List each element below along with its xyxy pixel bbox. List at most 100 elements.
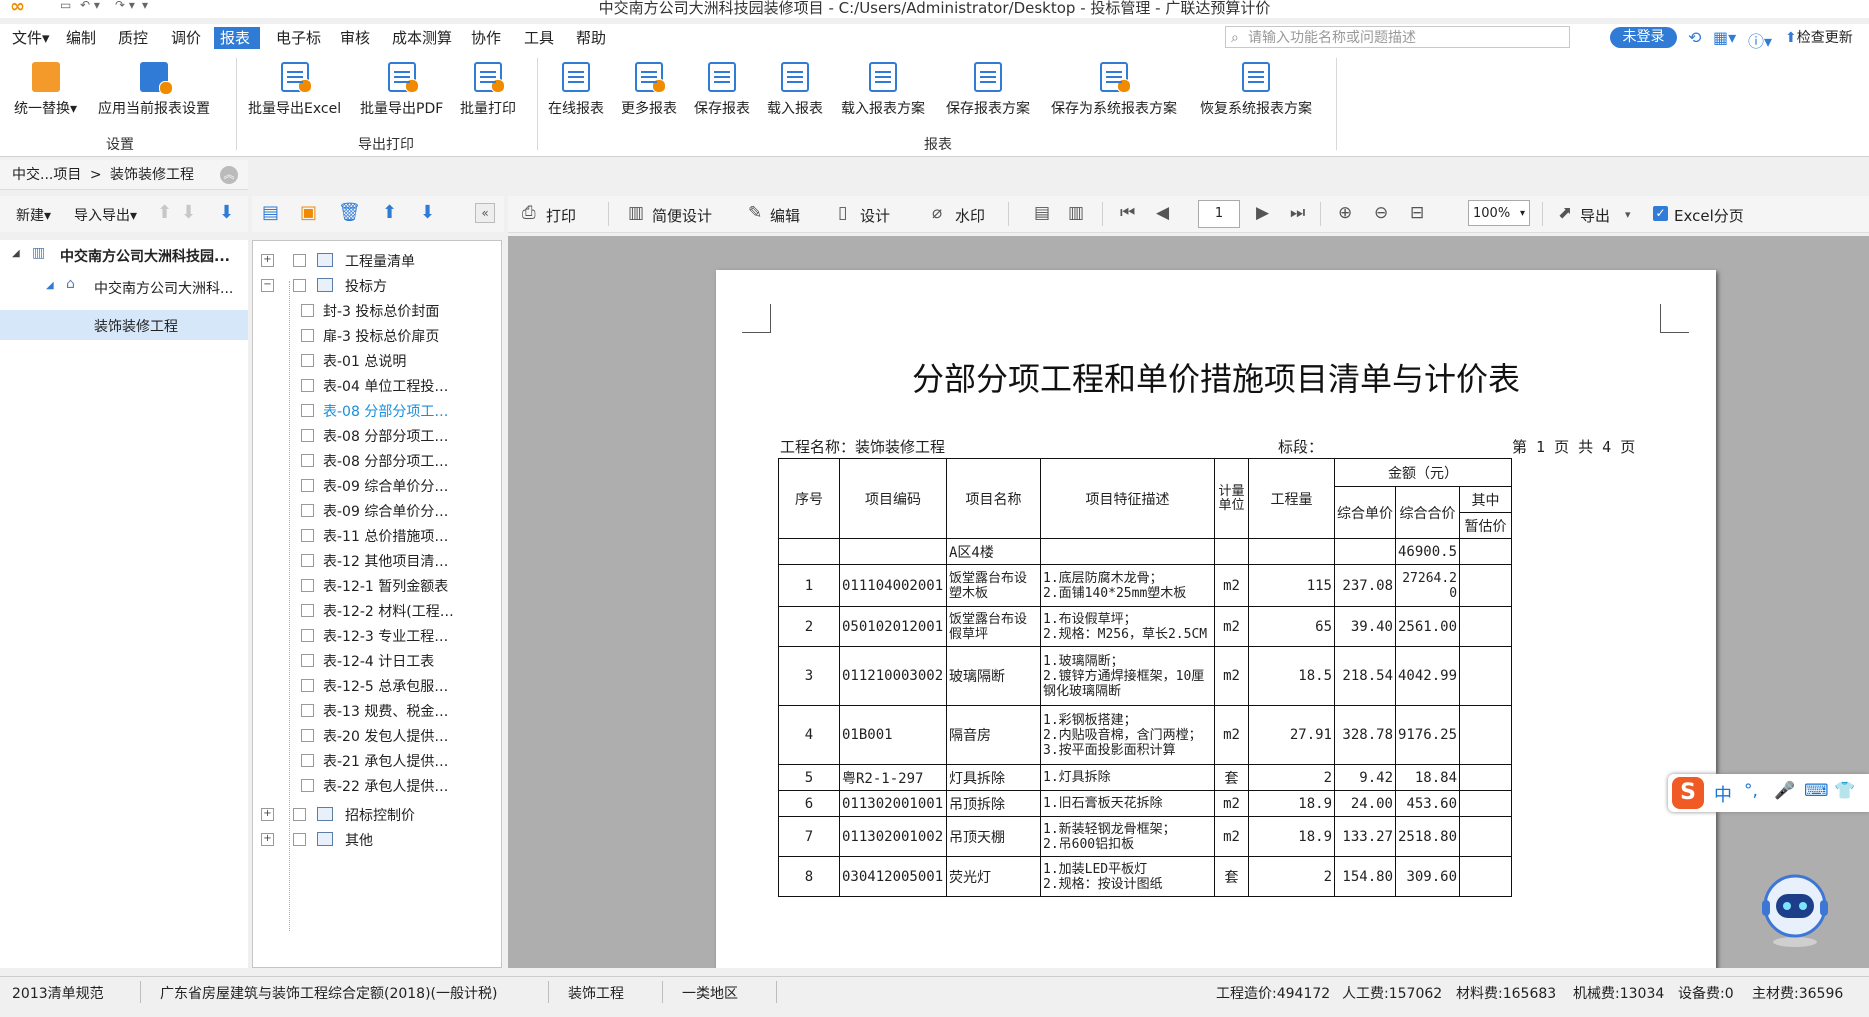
watermark-button[interactable]: 水印 bbox=[955, 205, 985, 226]
collapse-panel-icon[interactable]: ︽ bbox=[220, 166, 238, 184]
sogou-logo-icon: S bbox=[1672, 777, 1704, 809]
menu-review[interactable]: 审核 bbox=[334, 27, 376, 49]
ime-toolbar[interactable]: S 中 °, 🎤 ⌨ 👕 bbox=[1668, 774, 1869, 812]
status-quota: 广东省房屋建筑与装饰工程综合定额(2018)(一般计税) bbox=[160, 986, 498, 1002]
add-folder-icon[interactable]: ▣ bbox=[300, 202, 317, 223]
menu-adjust-price[interactable]: 调价 bbox=[165, 27, 207, 49]
double-page-icon[interactable]: ▥ bbox=[1068, 203, 1084, 223]
page-info: 第 1 页 共 4 页 bbox=[1512, 438, 1636, 456]
node-checkbox[interactable] bbox=[293, 254, 306, 267]
project-toolbar: 新建▾ 导入导出▾ ⬆ ⬇ ⬇ bbox=[0, 196, 248, 232]
chevron-down-icon[interactable]: ▾ bbox=[1625, 208, 1631, 221]
login-button[interactable]: 未登录 bbox=[1610, 27, 1677, 48]
node-checkbox[interactable] bbox=[293, 833, 306, 846]
report-tree-toolbar: ▤ ▣ 🗑 ⬆ ⬇ « bbox=[252, 196, 504, 232]
breadcrumb-current[interactable]: 装饰装修工程 bbox=[110, 167, 194, 183]
collapse-minus-icon[interactable]: − bbox=[261, 279, 274, 292]
check-update-button[interactable]: ⬆检查更新 bbox=[1785, 27, 1853, 47]
table-row: 7 011302001002 吊顶天棚 1.新装轻钢龙骨框架； 2.吊600铝扣板 … bbox=[778, 816, 1513, 857]
save-report-button[interactable]: 保存报表 bbox=[694, 62, 750, 118]
save-as-system-scheme-button[interactable]: 保存为系统报表方案 bbox=[1051, 62, 1177, 118]
zoom-out-icon[interactable]: ⊖ bbox=[1374, 203, 1388, 223]
export-button[interactable]: 导出 bbox=[1580, 205, 1610, 226]
menu-help[interactable]: 帮助 bbox=[570, 27, 612, 49]
breadcrumb-root[interactable]: 中交...项目 bbox=[12, 167, 81, 183]
unified-replace-button[interactable]: 统一替换▾ bbox=[14, 62, 77, 118]
expand-plus-icon[interactable]: + bbox=[261, 833, 274, 846]
import-export-button[interactable]: 导入导出▾ bbox=[74, 205, 137, 225]
batch-export-excel-button[interactable]: 批量导出Excel bbox=[248, 62, 341, 118]
function-search-input[interactable]: ⌕ 请输入功能名称或问题描述 bbox=[1225, 26, 1570, 48]
load-report-icon bbox=[781, 62, 809, 92]
apps-icon[interactable]: ▦▾ bbox=[1713, 28, 1736, 47]
menu-quality[interactable]: 质控 bbox=[112, 27, 154, 49]
export-icon: ⬈ bbox=[1558, 203, 1573, 223]
header-seq: 序号 bbox=[778, 458, 840, 539]
expand-arrow-icon[interactable]: ◢ bbox=[46, 280, 54, 291]
table-row: 1 011104002001 饭堂露台布设塑木板 1.底层防腐木龙骨； 2.面铺14… bbox=[778, 564, 1513, 607]
collapse-left-icon[interactable]: « bbox=[475, 203, 495, 223]
first-page-icon[interactable]: ⏮ bbox=[1120, 203, 1135, 223]
microphone-icon[interactable]: 🎤 bbox=[1774, 781, 1795, 801]
menu-file[interactable]: 文件▾ bbox=[6, 27, 56, 49]
add-report-icon[interactable]: ▤ bbox=[262, 202, 279, 223]
batch-export-pdf-button[interactable]: 批量导出PDF bbox=[360, 62, 443, 118]
menu-edit[interactable]: 编制 bbox=[60, 27, 102, 49]
crop-mark bbox=[742, 304, 771, 333]
online-report-button[interactable]: 在线报表 bbox=[548, 62, 604, 118]
tree-single-project[interactable]: 中交南方公司大洲科... bbox=[94, 278, 233, 298]
save-report-scheme-button[interactable]: 保存报表方案 bbox=[946, 62, 1030, 118]
ai-assistant-robot-icon[interactable] bbox=[1760, 872, 1830, 948]
load-report-button[interactable]: 载入报表 bbox=[767, 62, 823, 118]
simple-design-button[interactable]: 简便设计 bbox=[652, 205, 712, 226]
title-bar: ∞ ▭ ↶ ▾ ↷ ▾ ▾ 中交南方公司大洲科技园装修项目 - C:/Users… bbox=[0, 0, 1869, 18]
zoom-select[interactable]: 100% ▾ bbox=[1468, 200, 1530, 226]
punctuation-icon[interactable]: °, bbox=[1744, 781, 1758, 801]
delete-icon[interactable]: 🗑 bbox=[338, 202, 361, 223]
last-page-icon[interactable]: ⏭ bbox=[1290, 203, 1305, 223]
fit-width-icon[interactable]: ⊟ bbox=[1410, 203, 1424, 223]
menu-e-bid[interactable]: 电子标 bbox=[270, 27, 327, 49]
expand-plus-icon[interactable]: + bbox=[261, 808, 274, 821]
header-of-which: 其中 bbox=[1459, 486, 1513, 513]
download-icon[interactable]: ⬇ bbox=[219, 202, 234, 223]
menu-report[interactable]: 报表 bbox=[214, 27, 260, 49]
next-page-icon[interactable]: ▶ bbox=[1256, 203, 1269, 223]
zoom-in-icon[interactable]: ⊕ bbox=[1338, 203, 1352, 223]
move-down-icon[interactable]: ⬇ bbox=[181, 202, 196, 223]
info-icon[interactable]: ⓘ▾ bbox=[1748, 28, 1772, 52]
expand-arrow-icon[interactable]: ◢ bbox=[12, 248, 20, 259]
ime-language-toggle[interactable]: 中 bbox=[1714, 781, 1732, 807]
edit-button[interactable]: 编辑 bbox=[770, 205, 800, 226]
menu-cost-estimate[interactable]: 成本测算 bbox=[386, 27, 458, 49]
expand-plus-icon[interactable]: + bbox=[261, 254, 274, 267]
table-row: 5 粤R2-1-297 灯具拆除 1.灯具拆除 套2 9.42 18.84 bbox=[778, 764, 1513, 791]
window-title: 中交南方公司大洲科技园装修项目 - C:/Users/Administrator… bbox=[598, 0, 1271, 17]
apply-report-settings-button[interactable]: 应用当前报表设置 bbox=[98, 62, 210, 118]
move-up-icon[interactable]: ⬆ bbox=[157, 202, 172, 223]
batch-print-button[interactable]: 批量打印 bbox=[460, 62, 516, 118]
node-checkbox[interactable] bbox=[293, 279, 306, 292]
sync-icon[interactable]: ⟲ bbox=[1688, 28, 1701, 47]
prev-page-icon[interactable]: ◀ bbox=[1156, 203, 1169, 223]
load-report-scheme-button[interactable]: 载入报表方案 bbox=[841, 62, 925, 118]
menu-tools[interactable]: 工具 bbox=[518, 27, 560, 49]
keyboard-icon[interactable]: ⌨ bbox=[1804, 781, 1829, 801]
skin-icon[interactable]: 👕 bbox=[1834, 781, 1855, 801]
single-page-icon[interactable]: ▤ bbox=[1034, 203, 1050, 223]
report-preview-area[interactable]: 分部分项工程和单价措施项目清单与计价表 工程名称：装饰装修工程 标段： 第 1 … bbox=[508, 236, 1869, 968]
node-checkbox[interactable] bbox=[293, 808, 306, 821]
move-down-icon[interactable]: ⬇ bbox=[420, 202, 435, 223]
restore-system-scheme-button[interactable]: 恢复系统报表方案 bbox=[1200, 62, 1312, 118]
more-reports-button[interactable]: 更多报表 bbox=[621, 62, 677, 118]
excel-paging-checkbox[interactable]: ✓ bbox=[1653, 206, 1668, 221]
ribbon: 统一替换▾ 应用当前报表设置 设置 批量导出Excel 批量导出PDF 批量打印… bbox=[0, 52, 1869, 157]
design-button[interactable]: 设计 bbox=[860, 205, 890, 226]
new-button[interactable]: 新建▾ bbox=[16, 205, 51, 225]
page-number-input[interactable]: 1 bbox=[1198, 200, 1240, 228]
move-up-icon[interactable]: ⬆ bbox=[382, 202, 397, 223]
print-button[interactable]: 打印 bbox=[546, 205, 576, 226]
tree-project-root[interactable]: 中交南方公司大洲科技园... bbox=[60, 246, 230, 266]
menu-collaborate[interactable]: 协作 bbox=[465, 27, 507, 49]
tree-unit-project[interactable]: 装饰装修工程 bbox=[94, 316, 178, 336]
